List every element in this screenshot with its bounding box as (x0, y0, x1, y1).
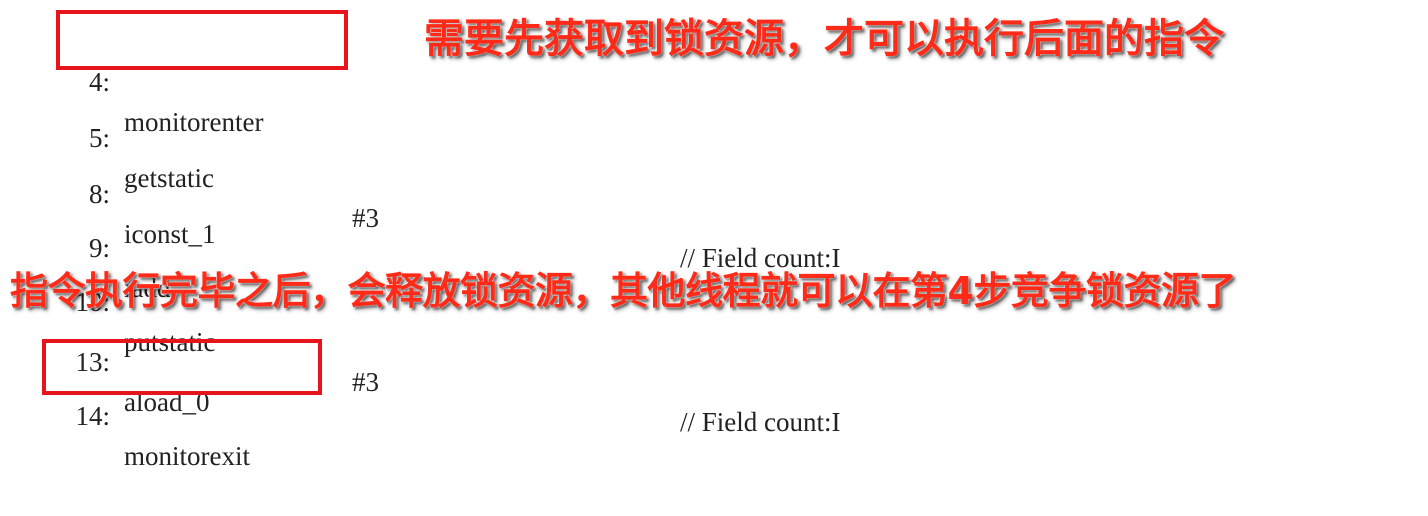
line-number: 14: (75, 401, 110, 431)
comment: // Field count:I (680, 407, 841, 437)
code-line: 9: iadd (0, 188, 1428, 303)
code-line: 8: iconst_1 (0, 134, 1428, 249)
annotation-acquire-lock: 需要先获取到锁资源，才可以执行后面的指令 (423, 15, 1225, 63)
opcode: monitorexit (124, 441, 250, 471)
monitorenter-highlight-box (56, 10, 348, 70)
monitorexit-highlight-box (42, 339, 322, 395)
code-line: 5: getstatic #3 // Field count:I (0, 78, 1428, 273)
annotation-release-lock: 指令执行完毕之后，会释放锁资源，其他线程就可以在第4步竞争锁资源了 (9, 268, 1237, 314)
bytecode-annotation-image: 4: monitorenter 5: getstatic #3 // Field… (0, 0, 1428, 471)
